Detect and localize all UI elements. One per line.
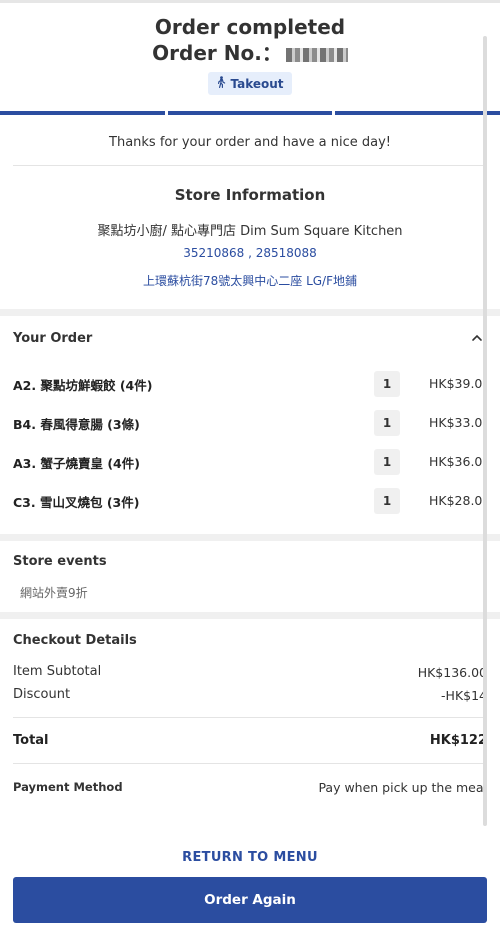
order-number-masked bbox=[285, 47, 348, 62]
page-title: Order completed bbox=[154, 15, 346, 39]
item-price: HK$28.00 bbox=[429, 493, 487, 508]
subtotal-value: HK$136.00 bbox=[417, 665, 487, 680]
thanks-message: Thanks for your order and have a nice da… bbox=[109, 135, 391, 150]
order-again-button[interactable]: Order Again bbox=[13, 877, 487, 923]
walking-person-icon bbox=[216, 76, 226, 91]
store-event-text: 網站外賣9折 bbox=[20, 586, 88, 600]
subtotal-label: Item Subtotal bbox=[13, 664, 102, 679]
divider bbox=[13, 763, 486, 764]
payment-method-label: Payment Method bbox=[13, 780, 123, 794]
item-price: HK$39.00 bbox=[429, 376, 487, 391]
section-separator bbox=[0, 612, 500, 619]
item-quantity: 1 bbox=[374, 410, 400, 436]
item-name: A3. 蟹子燒賣皇 (4件) bbox=[13, 456, 140, 471]
order-header: Order completed Order No.： Takeout bbox=[0, 14, 500, 95]
item-price: HK$36.00 bbox=[429, 454, 487, 469]
total-label: Total bbox=[13, 733, 49, 748]
order-item-row: B4. 春風得意腸 (3條) 1 HK$33.00 bbox=[13, 410, 500, 436]
item-name: A2. 聚點坊鮮蝦餃 (4件) bbox=[13, 378, 153, 393]
section-separator bbox=[0, 534, 500, 541]
item-quantity: 1 bbox=[374, 371, 400, 397]
store-phone-link[interactable]: 35210868 , 28518088 bbox=[0, 246, 500, 260]
divider bbox=[13, 717, 486, 718]
order-item-row: A3. 蟹子燒賣皇 (4件) 1 HK$36.00 bbox=[13, 449, 500, 475]
item-name: B4. 春風得意腸 (3條) bbox=[13, 417, 140, 432]
total-value: HK$122 bbox=[429, 733, 487, 748]
progress-step-1 bbox=[0, 111, 165, 115]
order-item-row: A2. 聚點坊鮮蝦餃 (4件) 1 HK$39.00 bbox=[13, 371, 500, 397]
discount-label: Discount bbox=[13, 687, 71, 702]
divider bbox=[13, 165, 486, 166]
order-number: Order No.： bbox=[0, 40, 500, 66]
checkout-details-title: Checkout Details bbox=[13, 633, 137, 648]
item-name: C3. 雪山叉燒包 (3件) bbox=[13, 495, 140, 510]
top-border bbox=[0, 0, 500, 3]
store-info-title: Store Information bbox=[174, 186, 326, 204]
your-order-title: Your Order bbox=[13, 331, 93, 346]
progress-bar bbox=[0, 111, 500, 115]
takeout-badge: Takeout bbox=[208, 72, 292, 95]
store-events-title: Store events bbox=[13, 554, 107, 569]
store-address-link[interactable]: 上環蘇杭街78號太興中心二座 LG/F地鋪 bbox=[0, 272, 500, 289]
item-price: HK$33.00 bbox=[429, 415, 487, 430]
scrollbar[interactable] bbox=[483, 36, 487, 826]
section-separator bbox=[0, 309, 500, 316]
item-quantity: 1 bbox=[374, 488, 400, 514]
order-number-label: Order No.： bbox=[152, 41, 282, 65]
takeout-label: Takeout bbox=[230, 76, 284, 91]
payment-method-value: Pay when pick up the meal bbox=[318, 780, 487, 795]
return-to-menu-link[interactable]: RETURN TO MENU bbox=[0, 850, 500, 865]
progress-step-3 bbox=[335, 111, 500, 115]
item-quantity: 1 bbox=[374, 449, 400, 475]
chevron-up-icon[interactable] bbox=[470, 333, 484, 343]
store-name: 聚點坊小廚/ 點心專門店 Dim Sum Square Kitchen bbox=[97, 224, 403, 239]
discount-value: -HK$14 bbox=[441, 688, 487, 703]
order-item-row: C3. 雪山叉燒包 (3件) 1 HK$28.00 bbox=[13, 488, 500, 514]
progress-step-2 bbox=[167, 111, 333, 115]
